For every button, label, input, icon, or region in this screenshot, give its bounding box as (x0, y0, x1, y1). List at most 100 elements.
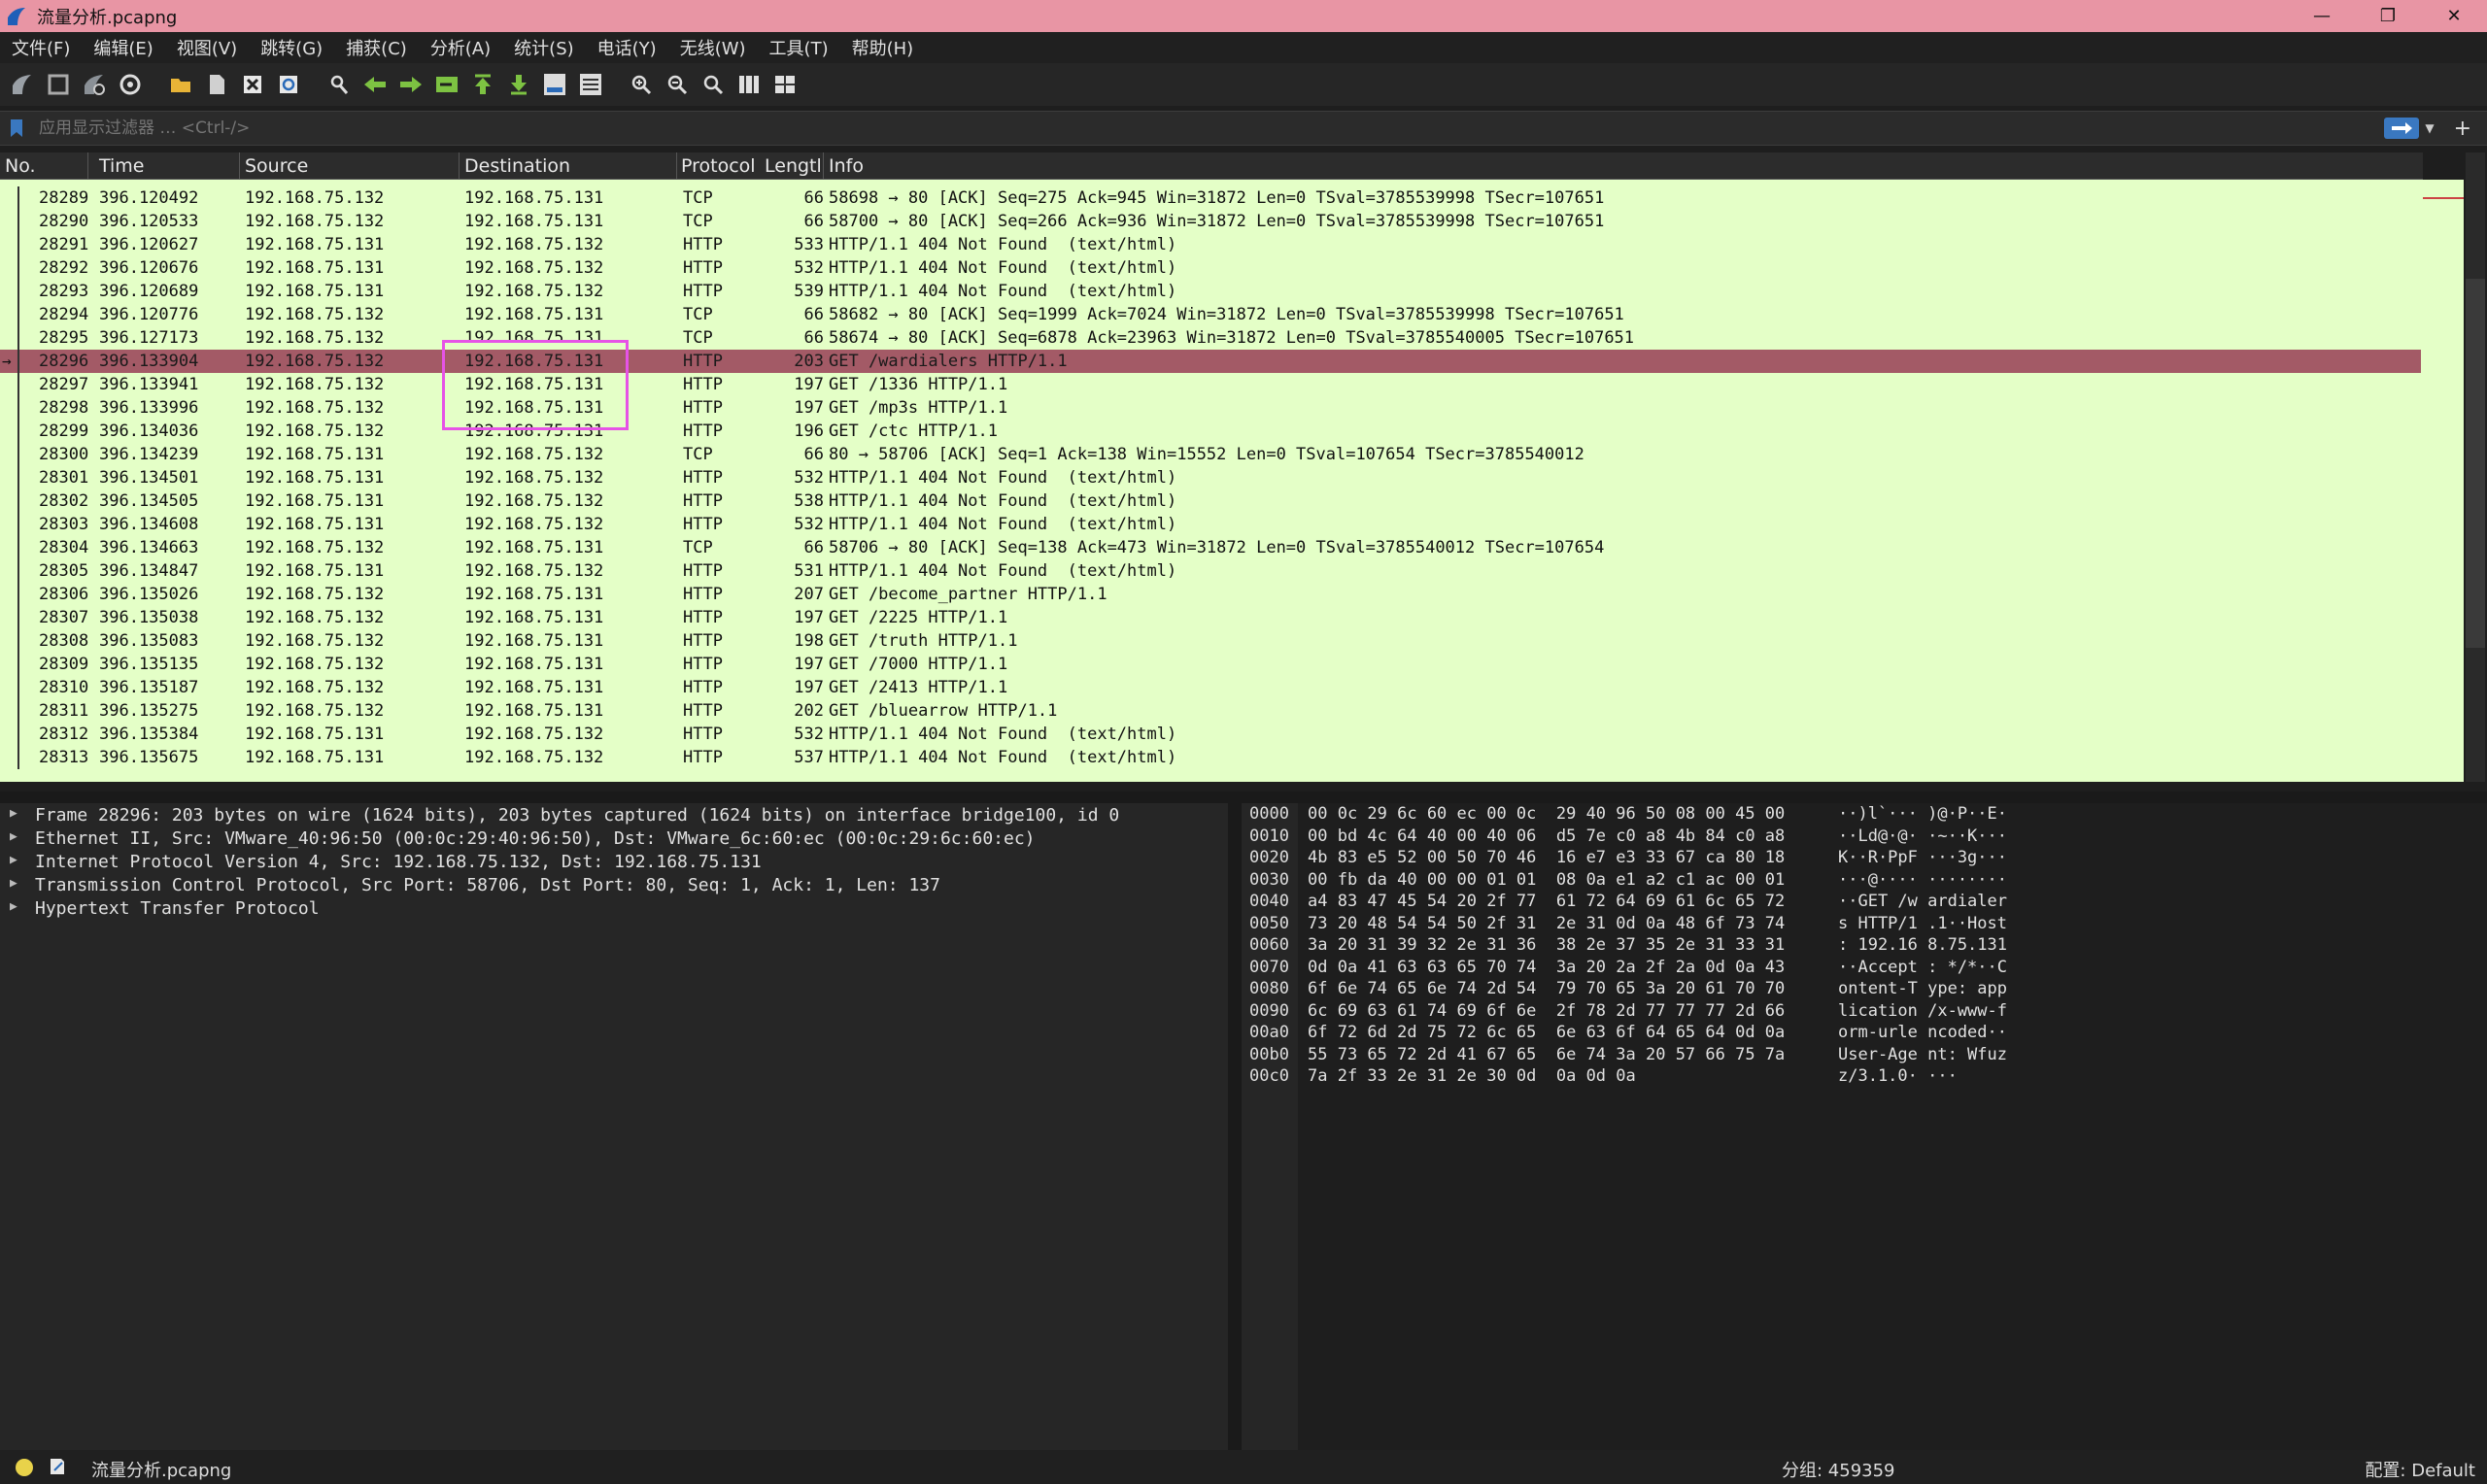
expand-arrow-icon[interactable]: ▶ (10, 829, 17, 844)
hex-row[interactable]: 0090 6c 69 63 61 74 69 6f 6e 2f 78 2d 77 … (1242, 1001, 2487, 1024)
pane-splitter[interactable] (0, 792, 2487, 803)
table-row[interactable]: 28289 396.120492 192.168.75.132 192.168.75.… (0, 186, 2421, 210)
column-header-no[interactable]: No. (5, 155, 36, 177)
menu-view[interactable]: 视图(V) (165, 35, 249, 60)
hex-row[interactable]: 0010 00 bd 4c 64 40 00 40 06 d5 7e c0 a8 … (1242, 826, 2487, 849)
find-magnifier-icon[interactable] (324, 70, 354, 99)
first-packet-icon[interactable] (468, 70, 497, 99)
apply-filter-button[interactable] (2384, 118, 2420, 139)
column-header-time[interactable]: Time (99, 155, 145, 177)
status-profile[interactable]: 配置: Default (2365, 1457, 2475, 1482)
auto-scroll-icon[interactable] (540, 70, 569, 99)
column-header-source[interactable]: Source (245, 155, 308, 177)
filter-history-dropdown-icon[interactable]: ▼ (2425, 121, 2434, 135)
hex-row[interactable]: 0040 a4 83 47 45 54 20 2f 77 61 72 64 69 … (1242, 892, 2487, 914)
hex-row[interactable]: 00a0 6f 72 6d 2d 75 72 6c 65 6e 63 6f 64 … (1242, 1023, 2487, 1045)
table-row[interactable]: 28290 396.120533 192.168.75.132 192.168.75.… (0, 210, 2421, 233)
table-row[interactable]: 28305 396.134847 192.168.75.131 192.168.75.… (0, 559, 2421, 583)
add-filter-button[interactable]: + (2454, 117, 2471, 141)
file-icon[interactable] (202, 70, 231, 99)
table-row[interactable]: 28312 396.135384 192.168.75.131 192.168.75.… (0, 723, 2421, 746)
stop-square-icon[interactable] (44, 70, 73, 99)
hex-row[interactable]: 00b0 55 73 65 72 2d 41 67 65 6e 74 3a 20 … (1242, 1045, 2487, 1067)
table-row[interactable]: 28311 396.135275 192.168.75.132 192.168.75.… (0, 699, 2421, 723)
table-row[interactable]: 28293 396.120689 192.168.75.131 192.168.75.… (0, 280, 2421, 303)
capture-options-gear-icon[interactable] (116, 70, 145, 99)
column-divider[interactable] (239, 152, 240, 179)
menu-edit[interactable]: 编辑(E) (82, 35, 164, 60)
detail-tree-item[interactable]: ▶ Hypertext Transfer Protocol (0, 897, 1228, 921)
table-row[interactable]: 28301 396.134501 192.168.75.131 192.168.75.… (0, 466, 2421, 489)
column-header-length[interactable]: Lengtl (765, 155, 822, 177)
menu-telephony[interactable]: 电话(Y) (586, 35, 668, 60)
hex-row[interactable]: 0050 73 20 48 54 54 50 2f 31 2e 31 0d 0a … (1242, 914, 2487, 936)
table-row[interactable]: 28303 396.134608 192.168.75.131 192.168.75.… (0, 513, 2421, 536)
expand-arrow-icon[interactable]: ▶ (10, 899, 17, 914)
table-row[interactable]: → 28296 396.133904 192.168.75.132 192.168.75… (0, 350, 2421, 373)
table-row[interactable]: 28308 396.135083 192.168.75.132 192.168.75.… (0, 629, 2421, 653)
table-row[interactable]: 28307 396.135038 192.168.75.132 192.168.75.… (0, 606, 2421, 629)
layout-grid-icon[interactable] (770, 70, 800, 99)
packet-list-vertical-scrollbar[interactable] (2423, 152, 2487, 782)
table-row[interactable]: 28300 396.134239 192.168.75.131 192.168.75.… (0, 443, 2421, 466)
table-row[interactable]: 28306 396.135026 192.168.75.132 192.168.75.… (0, 583, 2421, 606)
vertical-pane-splitter[interactable] (1228, 803, 1242, 1450)
shark-fin-restart-icon[interactable] (80, 70, 109, 99)
minimize-button[interactable]: — (2289, 0, 2355, 32)
table-row[interactable]: 28291 396.120627 192.168.75.131 192.168.75.… (0, 233, 2421, 256)
expert-info-status-icon[interactable] (16, 1459, 33, 1476)
menu-capture[interactable]: 捕获(C) (334, 35, 419, 60)
menu-file[interactable]: 文件(F) (0, 35, 82, 60)
menu-wireless[interactable]: 无线(W) (668, 35, 758, 60)
expand-arrow-icon[interactable]: ▶ (10, 806, 17, 821)
close-button[interactable]: ✕ (2421, 0, 2487, 32)
column-divider[interactable] (823, 152, 824, 179)
column-divider[interactable] (459, 152, 460, 179)
table-row[interactable]: 28310 396.135187 192.168.75.132 192.168.75.… (0, 676, 2421, 699)
table-row[interactable]: 28299 396.134036 192.168.75.132 192.168.75.… (0, 420, 2421, 443)
table-row[interactable]: 28313 396.135675 192.168.75.131 192.168.75.… (0, 746, 2421, 769)
table-row[interactable]: 28294 396.120776 192.168.75.132 192.168.75.… (0, 303, 2421, 326)
column-divider[interactable] (676, 152, 677, 179)
detail-tree-item[interactable]: ▶ Internet Protocol Version 4, Src: 192.1… (0, 851, 1228, 874)
table-row[interactable]: 28309 396.135135 192.168.75.132 192.168.75.… (0, 653, 2421, 676)
menu-analyze[interactable]: 分析(A) (419, 35, 502, 60)
table-row[interactable]: 28304 396.134663 192.168.75.132 192.168.75.… (0, 536, 2421, 559)
zoom-in-icon[interactable] (627, 70, 656, 99)
column-header-destination[interactable]: Destination (464, 155, 570, 177)
go-back-arrow-icon[interactable] (360, 70, 390, 99)
hex-row[interactable]: 0020 4b 83 e5 52 00 50 70 46 16 e7 e3 33 … (1242, 848, 2487, 870)
resize-columns-icon[interactable] (734, 70, 764, 99)
column-header-info[interactable]: Info (829, 155, 864, 177)
menu-help[interactable]: 帮助(H) (840, 35, 926, 60)
open-folder-icon[interactable] (166, 70, 195, 99)
normal-size-icon[interactable] (698, 70, 728, 99)
go-forward-arrow-icon[interactable] (396, 70, 426, 99)
capture-comment-icon[interactable] (49, 1457, 66, 1476)
menu-statistics[interactable]: 统计(S) (502, 35, 585, 60)
filter-bookmark-icon[interactable] (10, 118, 23, 138)
table-row[interactable]: 28302 396.134505 192.168.75.131 192.168.75.… (0, 489, 2421, 513)
expand-arrow-icon[interactable]: ▶ (10, 876, 17, 891)
close-file-icon[interactable] (238, 70, 267, 99)
detail-tree-item[interactable]: ▶ Frame 28296: 203 bytes on wire (1624 bi… (0, 804, 1228, 827)
last-packet-icon[interactable] (504, 70, 533, 99)
zoom-out-icon[interactable] (663, 70, 692, 99)
scroll-thumb[interactable] (2466, 279, 2485, 648)
column-divider[interactable] (87, 152, 88, 179)
hex-row[interactable]: 0080 6f 6e 74 65 6e 74 2d 54 79 70 65 3a … (1242, 979, 2487, 1001)
hex-row[interactable]: 0030 00 fb da 40 00 00 01 01 08 0a e1 a2 … (1242, 870, 2487, 893)
restore-button[interactable]: ❐ (2355, 0, 2421, 32)
expand-arrow-icon[interactable]: ▶ (10, 853, 17, 867)
menu-tools[interactable]: 工具(T) (758, 35, 840, 60)
table-row[interactable]: 28295 396.127173 192.168.75.132 192.168.75.… (0, 326, 2421, 350)
table-row[interactable]: 28298 396.133996 192.168.75.132 192.168.75.… (0, 396, 2421, 420)
table-row[interactable]: 28292 396.120676 192.168.75.131 192.168.75.… (0, 256, 2421, 280)
shark-fin-start-icon[interactable] (8, 70, 37, 99)
display-filter-input[interactable] (37, 118, 2385, 139)
menu-go[interactable]: 跳转(G) (249, 35, 334, 60)
table-row[interactable]: 28297 396.133941 192.168.75.132 192.168.75.… (0, 373, 2421, 396)
column-header-protocol[interactable]: Protocol (681, 155, 756, 177)
packet-list-minimap[interactable] (2423, 180, 2464, 782)
go-to-packet-icon[interactable] (432, 70, 461, 99)
